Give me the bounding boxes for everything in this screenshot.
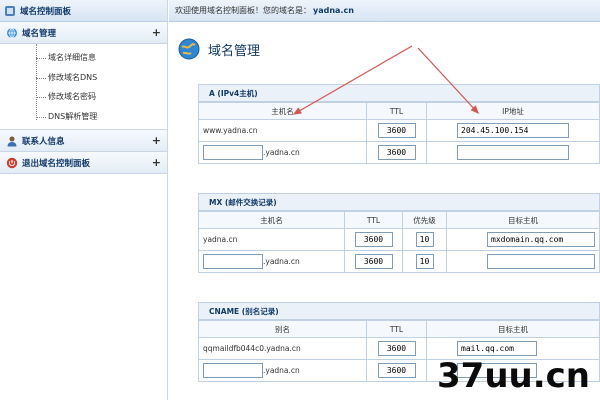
sidebar-title: 域名控制面板	[0, 0, 167, 22]
ttl-input[interactable]: 3600	[377, 341, 416, 356]
expand-icon[interactable]: +	[152, 26, 161, 39]
target-input[interactable]	[487, 254, 595, 269]
tree-line	[36, 44, 37, 120]
current-domain: yadna.cn	[313, 6, 354, 15]
sidebar: 域名控制面板 域名管理 + 域名详细信息 修改域名DNS 修改域名密码 DNS解…	[0, 0, 168, 400]
panel-icon	[5, 5, 15, 16]
ip-input[interactable]	[457, 145, 569, 160]
section-title: MX (邮件交换记录)	[198, 193, 600, 211]
ttl-input[interactable]: 3600	[377, 363, 416, 378]
ip-input[interactable]: 204.45.100.154	[457, 123, 569, 138]
host-cell: www.yadna.cn	[198, 119, 367, 142]
globe-icon	[7, 27, 17, 38]
column-header: IP地址	[426, 102, 600, 120]
host-input[interactable]	[203, 145, 263, 160]
sidebar-item-modify-password[interactable]: 修改域名密码	[36, 87, 167, 107]
power-icon	[6, 157, 18, 168]
sidebar-item-dns-resolution[interactable]: DNS解析管理	[36, 107, 167, 127]
column-header: 优先级	[402, 211, 447, 229]
sidebar-submenu: 域名详细信息 修改域名DNS 修改域名密码 DNS解析管理	[0, 44, 167, 130]
column-header: TTL	[344, 211, 403, 229]
column-header: TTL	[366, 320, 427, 338]
sidebar-group-label: 退出域名控制面板	[22, 158, 91, 169]
column-header: TTL	[366, 102, 427, 120]
expand-icon[interactable]: +	[152, 156, 161, 169]
table-header-row: 别名 TTL 目标主机	[198, 320, 600, 338]
page-title: 域名管理	[178, 38, 260, 60]
expand-icon[interactable]: +	[152, 134, 161, 147]
section-title: CNAME (别名记录)	[198, 302, 600, 320]
column-header: 目标主机	[446, 211, 600, 229]
host-input[interactable]	[203, 363, 263, 378]
a-record-section: A (IPv4主机) 主机名 TTL IP地址 www.yadna.cn 360…	[198, 84, 600, 164]
mx-record-table: 主机名 TTL 优先级 目标主机 yadna.cn 3600 10 mxdoma…	[198, 211, 600, 273]
table-header-row: 主机名 TTL IP地址	[198, 102, 600, 120]
column-header: 主机名	[198, 102, 367, 120]
target-input[interactable]: mxdomain.qq.com	[487, 232, 595, 247]
ttl-input[interactable]: 3600	[354, 254, 393, 269]
welcome-text: 欢迎使用域名控制面板！您的域名是：	[175, 6, 311, 15]
host-cell: yadna.cn	[198, 228, 345, 251]
watermark-logo: 37uu.cn	[437, 356, 590, 396]
sidebar-group-label: 联系人信息	[22, 136, 65, 147]
domain-suffix: .yadna.cn	[263, 148, 300, 157]
table-row: www.yadna.cn 3600 204.45.100.154	[198, 119, 600, 142]
ttl-input[interactable]: 3600	[354, 232, 393, 247]
section-title: A (IPv4主机)	[198, 84, 600, 102]
priority-input[interactable]: 10	[415, 232, 434, 247]
target-input[interactable]: mail.qq.com	[457, 341, 537, 356]
column-header: 别名	[198, 320, 367, 338]
page-title-text: 域名管理	[208, 43, 261, 59]
globe-icon	[178, 38, 200, 60]
sidebar-group-contact-info[interactable]: 联系人信息 +	[0, 130, 167, 152]
table-row: .yadna.cn 3600	[198, 141, 600, 164]
sidebar-group-domain-management[interactable]: 域名管理 +	[0, 22, 167, 44]
sidebar-title-text: 域名控制面板	[20, 6, 72, 17]
a-record-table: 主机名 TTL IP地址 www.yadna.cn 3600 204.45.10…	[198, 102, 600, 164]
table-row: yadna.cn 3600 10 mxdomain.qq.com	[198, 228, 600, 251]
domain-suffix: .yadna.cn	[263, 366, 300, 375]
table-row: .yadna.cn 3600 10	[198, 250, 600, 273]
host-input[interactable]	[203, 254, 263, 269]
column-header: 主机名	[198, 211, 345, 229]
table-header-row: 主机名 TTL 优先级 目标主机	[198, 211, 600, 229]
sidebar-item-domain-details[interactable]: 域名详细信息	[36, 48, 167, 68]
user-icon	[7, 136, 17, 146]
welcome-bar: 欢迎使用域名控制面板！您的域名是： yadna.cn	[169, 0, 600, 22]
priority-input[interactable]: 10	[415, 254, 434, 269]
ttl-input[interactable]: 3600	[377, 145, 416, 160]
sidebar-item-modify-dns[interactable]: 修改域名DNS	[36, 68, 167, 88]
host-cell: qqmaildfb044c0.yadna.cn	[198, 337, 367, 360]
sidebar-group-label: 域名管理	[22, 28, 57, 39]
domain-suffix: .yadna.cn	[263, 257, 300, 266]
ttl-input[interactable]: 3600	[377, 123, 416, 138]
sidebar-group-exit[interactable]: 退出域名控制面板 +	[0, 152, 167, 174]
column-header: 目标主机	[426, 320, 600, 338]
mx-record-section: MX (邮件交换记录) 主机名 TTL 优先级 目标主机 yadna.cn 36…	[198, 193, 600, 273]
